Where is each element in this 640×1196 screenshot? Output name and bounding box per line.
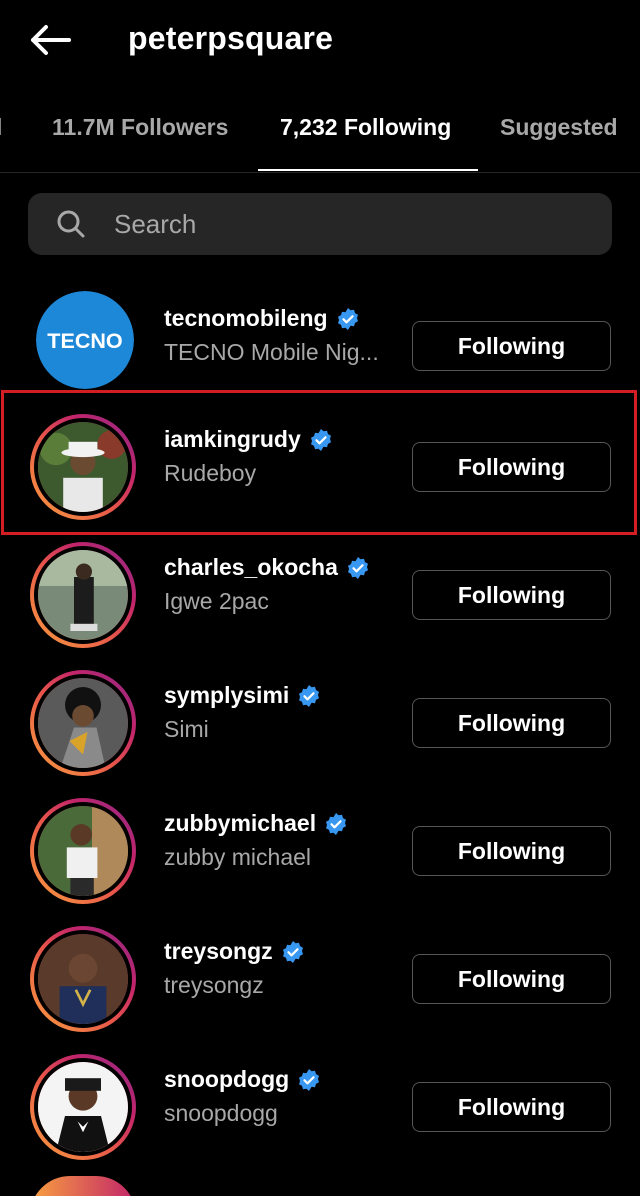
following-button[interactable]: Following	[412, 570, 611, 620]
avatar[interactable]: TECNO	[36, 291, 134, 389]
full-name: snoopdogg	[164, 1100, 278, 1126]
active-tab-indicator	[258, 169, 478, 171]
verified-badge-icon	[337, 307, 358, 330]
list-item[interactable]: iamkingrudy Rudeboy Following	[0, 398, 640, 526]
profile-photo	[38, 678, 128, 768]
tab-followers[interactable]: 11.7M Followers	[52, 114, 228, 141]
list-item[interactable]: zubbymichael zubby michael Following	[0, 782, 640, 910]
username[interactable]: tecnomobileng	[164, 305, 360, 332]
verified-badge-icon	[347, 556, 368, 579]
verified-badge-icon	[326, 812, 347, 835]
full-name: Simi	[164, 716, 209, 742]
full-name: Igwe 2pac	[164, 588, 269, 614]
full-name: treysongz	[164, 972, 264, 998]
verified-badge-icon	[299, 684, 320, 707]
profile-photo	[38, 806, 128, 896]
profile-photo	[38, 934, 128, 1024]
tab-following[interactable]: 7,232 Following	[280, 114, 451, 141]
svg-text:TECNO: TECNO	[47, 328, 122, 353]
page-title: peterpsquare	[128, 20, 334, 56]
full-name: Rudeboy	[164, 460, 257, 486]
search-icon	[56, 209, 86, 239]
list-item[interactable]: snoopdogg snoopdogg Following	[0, 1038, 640, 1166]
list-item[interactable]: TECNO tecnomobileng TECNO Mobile Nig... …	[0, 277, 640, 405]
profile-photo	[38, 550, 128, 640]
verified-badge-icon	[310, 428, 331, 451]
username[interactable]: treysongz	[164, 938, 305, 965]
tab-partial[interactable]: l	[0, 114, 2, 141]
avatar[interactable]	[30, 926, 136, 1032]
search-input[interactable]: Search	[28, 193, 612, 255]
list-item[interactable]: symplysimi Simi Following	[0, 654, 640, 782]
back-button[interactable]	[26, 18, 74, 62]
list-item[interactable]: treysongz treysongz Following	[0, 910, 640, 1038]
following-button[interactable]: Following	[412, 698, 611, 748]
tab-bar: l 11.7M Followers 7,232 Following Sugges…	[0, 92, 640, 172]
following-button[interactable]: Following	[412, 321, 611, 371]
following-button[interactable]: Following	[412, 826, 611, 876]
search-placeholder: Search	[114, 208, 197, 239]
arrow-left-icon	[31, 25, 71, 55]
list-item[interactable]: charles_okocha Igwe 2pac Following	[0, 526, 640, 654]
header: peterpsquare	[0, 0, 640, 80]
avatar[interactable]	[30, 1054, 136, 1160]
username[interactable]: snoopdogg	[164, 1066, 321, 1093]
profile-photo	[38, 422, 128, 512]
tab-suggested[interactable]: Suggested	[500, 114, 618, 141]
username[interactable]: symplysimi	[164, 682, 321, 709]
avatar[interactable]	[30, 542, 136, 648]
username[interactable]: charles_okocha	[164, 554, 370, 581]
profile-photo	[38, 1062, 128, 1152]
following-button[interactable]: Following	[412, 442, 611, 492]
avatar-partial	[30, 1176, 136, 1196]
tabs-divider	[0, 172, 640, 173]
following-button[interactable]: Following	[412, 954, 611, 1004]
avatar[interactable]	[30, 414, 136, 520]
avatar[interactable]	[30, 798, 136, 904]
avatar[interactable]	[30, 670, 136, 776]
full-name: TECNO Mobile Nig...	[164, 339, 379, 365]
username[interactable]: iamkingrudy	[164, 426, 333, 453]
following-button[interactable]: Following	[412, 1082, 611, 1132]
verified-badge-icon	[282, 940, 303, 963]
full-name: zubby michael	[164, 844, 312, 870]
verified-badge-icon	[299, 1068, 320, 1091]
username[interactable]: zubbymichael	[164, 810, 348, 837]
following-screen: peterpsquare l 11.7M Followers 7,232 Fol…	[0, 0, 640, 1196]
tecno-logo-avatar: TECNO	[36, 291, 134, 389]
